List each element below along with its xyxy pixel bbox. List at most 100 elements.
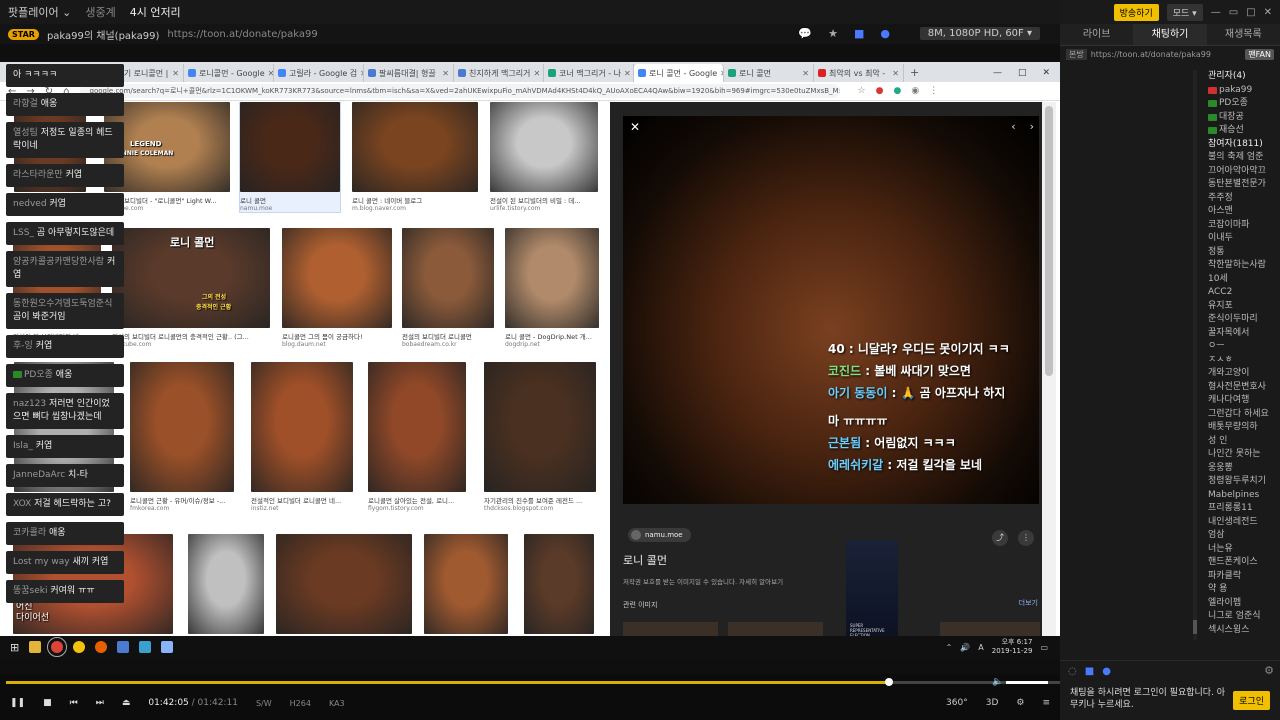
login-button[interactable]: 로그인 — [1233, 691, 1270, 710]
image-result[interactable]: 로니콜먼 살아있는 전설, 로니... flygom.tistory.com — [368, 362, 466, 512]
chat-message[interactable]: LSS_ 곰 아무렇지도않은데 — [6, 222, 124, 245]
chat-message[interactable]: 열성팀 저정도 일종의 헤드락이네 — [6, 122, 124, 158]
close-tab-icon[interactable]: ✕ — [802, 69, 809, 78]
user-item[interactable]: 너는유 — [1208, 543, 1274, 557]
image-result[interactable]: 로니 콜먼 namu.moe — [239, 102, 341, 213]
user-item[interactable]: 착한말하는사람 — [1208, 259, 1274, 273]
image-result[interactable]: 로니 콜먼 - DogDrip.Net 개... dogdrip.net — [505, 228, 599, 348]
playlist-icon[interactable]: ≡ — [1042, 698, 1050, 708]
user-item[interactable]: 엄삼 — [1208, 529, 1274, 543]
chat-message[interactable]: 라향걸 애옹 — [6, 93, 124, 116]
tab-chat[interactable]: 채팅하기 — [1133, 24, 1207, 45]
image-result[interactable] — [188, 534, 264, 634]
user-item[interactable]: Mabelpines — [1208, 489, 1274, 503]
chat-message[interactable]: PD오종 애옹 — [6, 364, 124, 387]
chat-message[interactable]: XOX 저걸 헤드락하는 고? — [6, 493, 124, 516]
result-thumbnail[interactable] — [368, 362, 466, 492]
user-item[interactable]: 코잡이마파 — [1208, 219, 1274, 233]
result-title[interactable]: 로니 콜먼 - DogDrip.Net 개... — [505, 331, 599, 341]
image-result[interactable] — [424, 534, 508, 634]
user-item[interactable]: 니그로 엄준식 — [1208, 610, 1274, 624]
user-item[interactable]: 동탄뵨별전문가 — [1208, 178, 1274, 192]
result-thumbnail[interactable] — [402, 228, 494, 328]
result-title[interactable]: 로니콜먼 그의 몸이 궁금하다! — [282, 331, 392, 341]
quality-select[interactable]: 8M, 1080P HD, 60F ▾ — [919, 27, 1040, 40]
restore-icon[interactable]: ▭ — [1229, 7, 1238, 18]
user-item[interactable]: 엘라이펩 — [1208, 597, 1274, 611]
user-item[interactable]: 성 인 — [1208, 435, 1274, 449]
chat-nick[interactable]: 라향걸 — [13, 99, 38, 109]
chat-nick[interactable]: 열성팀 — [13, 128, 38, 138]
profile-icon[interactable]: ◉ — [911, 86, 919, 96]
tab-playlist[interactable]: 재생목록 — [1207, 24, 1280, 45]
menu-icon[interactable]: ⋮ — [929, 86, 938, 96]
result-title[interactable]: 로니 콜먼 — [240, 195, 340, 205]
user-item[interactable]: 10세 — [1208, 273, 1274, 287]
chat-nick[interactable]: nedved — [13, 199, 47, 209]
url-input[interactable]: google.com/search?q=로니+콜먼&rlz=1C1OKWM_ko… — [79, 84, 840, 98]
tab-live[interactable]: 라이브 — [1060, 24, 1133, 45]
result-thumbnail[interactable] — [188, 534, 264, 634]
maximize-icon[interactable]: □ — [1246, 7, 1255, 18]
tray-up-icon[interactable]: ⌃ — [946, 643, 953, 652]
chat-nick[interactable]: 똥꿈seki — [13, 586, 48, 596]
user-item[interactable]: 웅웅뽕 — [1208, 462, 1274, 476]
user-item[interactable]: 약 용 — [1208, 583, 1274, 597]
chat-nick[interactable]: Isla_ — [13, 441, 33, 451]
user-item[interactable]: 프리롱롱11 — [1208, 502, 1274, 516]
user-item[interactable]: ACC2 — [1208, 286, 1274, 300]
prev-track-icon[interactable]: ⏮ — [70, 698, 78, 708]
prev-icon[interactable]: ‹ — [1011, 120, 1015, 133]
more-link[interactable]: 더보기 — [1019, 598, 1038, 608]
eject-icon[interactable]: ⏏ — [122, 698, 131, 708]
app-icon[interactable] — [139, 641, 152, 653]
result-title[interactable]: 자기관리의 진수를 보여준 레전드 ... — [484, 495, 596, 505]
chat-nick[interactable]: 동한원오수겨뎀도둑엄준식 — [13, 299, 112, 309]
related-book-thumb[interactable]: SUPER REPRESENTATIVE ELECTION — [846, 540, 898, 636]
user-item[interactable]: 이내두 — [1208, 232, 1274, 246]
new-tab-button[interactable]: + — [904, 64, 925, 82]
user-item[interactable]: 내인생레전드 — [1208, 516, 1274, 530]
close-icon[interactable]: ✕ — [1264, 7, 1272, 18]
image-result[interactable] — [524, 534, 594, 634]
close-tab-icon[interactable]: ✕ — [533, 69, 540, 78]
user-item[interactable]: 끄어아악아악끄 — [1208, 165, 1274, 179]
user-item[interactable]: 정령왕두루치기 — [1208, 475, 1274, 489]
clock[interactable]: 오후 6:17 2019-11-29 — [992, 638, 1033, 656]
next-track-icon[interactable]: ⏭ — [96, 698, 104, 708]
browser-tab[interactable]: 최악의 vs 최악 - ✕ — [814, 64, 904, 82]
3d-button[interactable]: 3D — [986, 698, 999, 708]
user-item[interactable]: 불의 축제 엄준 — [1208, 151, 1274, 165]
gift-icon[interactable]: ■ — [1085, 666, 1094, 677]
maximize-icon[interactable]: □ — [1018, 64, 1027, 82]
result-thumbnail[interactable] — [524, 534, 594, 634]
close-tab-icon[interactable]: ✕ — [624, 69, 631, 78]
mode-button[interactable]: 모드 ▾ — [1166, 3, 1203, 21]
pause-icon[interactable]: ❚❚ — [10, 698, 25, 708]
chat-message[interactable]: 얌공카콜공카맨당한사람 커엽 — [6, 251, 124, 287]
result-thumbnail[interactable] — [505, 228, 599, 328]
chat-nick[interactable]: JanneDaArc — [13, 470, 65, 480]
chat-message[interactable]: nedved 커엽 — [6, 193, 124, 216]
user-item[interactable]: 파카클락 — [1208, 570, 1274, 584]
user-item[interactable]: 형사전문변호사 — [1208, 381, 1274, 395]
user-item[interactable]: 아스맨 — [1208, 205, 1274, 219]
app-icon[interactable] — [161, 641, 174, 653]
image-result[interactable]: 전설이 된 보디빌더의 비밀 : 데... urlife.tistory.com — [490, 102, 598, 212]
chat-nick[interactable]: 얌공카콜공카맨당한사람 — [13, 257, 104, 267]
result-title[interactable]: 로니콜먼 근황 - 유머/이슈/정보 -... — [130, 495, 234, 505]
extension-icon[interactable]: ● — [876, 86, 884, 96]
result-thumbnail[interactable] — [490, 102, 598, 192]
chat-message[interactable]: 코카콜라 애옹 — [6, 522, 124, 545]
image-result[interactable]: 로니 콜먼 : 네이버 블로그 m.blog.naver.com — [352, 102, 478, 212]
chat-scrollbar[interactable] — [1193, 70, 1197, 640]
image-result[interactable]: 로니콜먼 그의 몸이 궁금하다! blog.daum.net — [282, 228, 392, 348]
fan-button[interactable]: 팬FAN — [1245, 48, 1274, 60]
result-title[interactable]: 전설의 보디빌더 로니콜먼 — [402, 331, 494, 341]
related-thumb[interactable] — [940, 622, 1040, 636]
user-item[interactable]: ㅇㅡ — [1208, 340, 1274, 354]
related-thumb[interactable] — [623, 622, 718, 636]
close-tab-icon[interactable]: ✕ — [172, 69, 179, 78]
next-icon[interactable]: › — [1030, 120, 1034, 133]
browser-tab[interactable]: 로니 콜먼 - Google✕ — [634, 64, 724, 82]
